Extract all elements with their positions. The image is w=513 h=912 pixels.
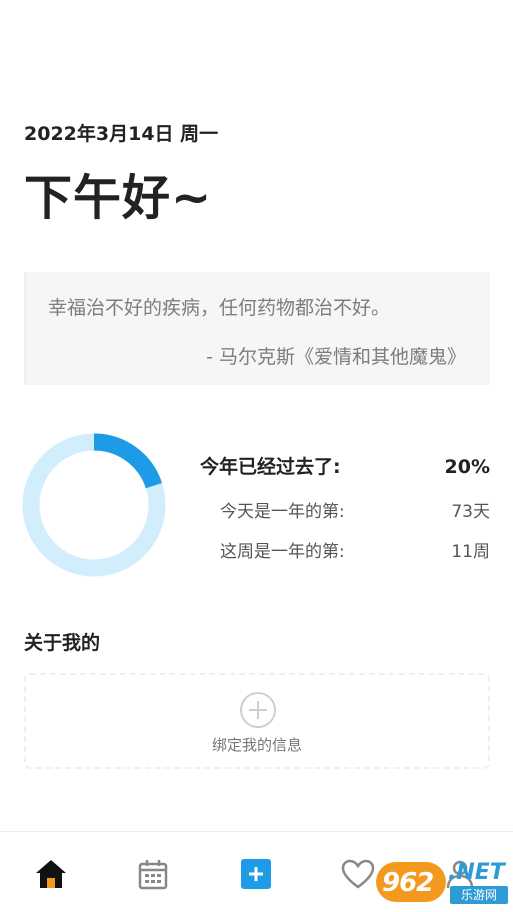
bind-info-label: 绑定我的信息 bbox=[211, 736, 302, 754]
heart-icon bbox=[341, 859, 375, 889]
about-section-title: 关于我的 bbox=[24, 632, 101, 654]
stat-value-year-elapsed: 20% bbox=[444, 456, 490, 478]
bind-info-button[interactable]: 绑定我的信息 bbox=[24, 673, 490, 769]
watermark-logo: 962 .NET 乐游网 bbox=[376, 858, 510, 906]
stat-value-day-of-year: 73天 bbox=[451, 502, 490, 522]
stat-label-week-of-year: 这周是一年的第: bbox=[220, 542, 345, 562]
year-progress-ring bbox=[22, 433, 166, 577]
nav-home[interactable] bbox=[31, 854, 71, 894]
stat-label-year-elapsed: 今年已经过去了: bbox=[200, 456, 341, 478]
watermark-number: 962 bbox=[382, 868, 434, 898]
greeting-title: 下午好~ bbox=[24, 170, 213, 226]
add-icon bbox=[241, 859, 271, 889]
stat-row-day-of-year: 今天是一年的第: 73天 bbox=[220, 497, 490, 522]
nav-add[interactable] bbox=[236, 854, 276, 894]
quote-source: - 马尔克斯《爱情和其他魔鬼》 bbox=[206, 346, 466, 368]
watermark-net: .NET bbox=[448, 860, 505, 885]
stat-row-year-elapsed: 今年已经过去了: 20% bbox=[200, 452, 490, 479]
calendar-icon bbox=[138, 860, 168, 890]
quote-text: 幸福治不好的疾病，任何药物都治不好。 bbox=[48, 297, 391, 319]
nav-favorite[interactable] bbox=[338, 854, 378, 894]
stat-row-week-of-year: 这周是一年的第: 11周 bbox=[220, 537, 490, 562]
watermark-badge: 962 bbox=[376, 862, 446, 902]
plus-circle-icon bbox=[240, 692, 276, 728]
nav-calendar[interactable] bbox=[133, 854, 173, 894]
date-label: 2022年3月14日 周一 bbox=[24, 123, 219, 145]
quote-card[interactable]: 幸福治不好的疾病，任何药物都治不好。 - 马尔克斯《爱情和其他魔鬼》 bbox=[24, 272, 490, 385]
home-icon bbox=[36, 860, 66, 888]
stat-value-week-of-year: 11周 bbox=[451, 542, 490, 562]
watermark-site-name: 乐游网 bbox=[450, 886, 508, 904]
stat-label-day-of-year: 今天是一年的第: bbox=[220, 502, 345, 522]
